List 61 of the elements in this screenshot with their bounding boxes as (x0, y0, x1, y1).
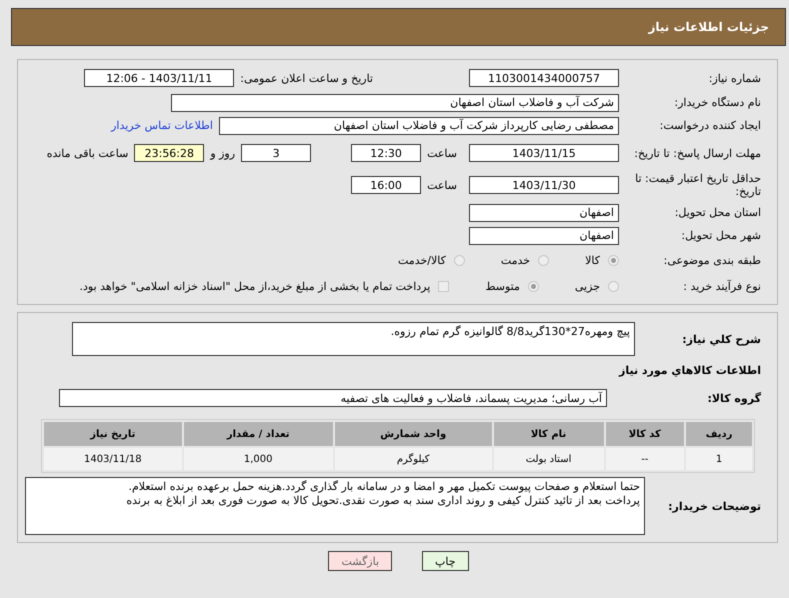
back-button[interactable]: بازگشت (328, 551, 392, 571)
radio-button[interactable] (538, 254, 550, 266)
column-header: نام کالا (494, 422, 604, 446)
goods-group-field: آب رسانی؛ مدیریت پسماند، فاضلاب و فعالیت های تصفیه (59, 389, 607, 407)
table-cell: کیلوگرم (334, 448, 492, 470)
time-field: 12:30 (351, 144, 422, 162)
field-label: طبقه بندی موضوعی: (662, 254, 761, 266)
table-cell: -- (606, 448, 684, 470)
field-label: ایجاد کننده درخواست: (658, 119, 761, 132)
date-field: 1403/11/30 (469, 176, 619, 194)
radio-button[interactable] (608, 254, 619, 266)
table-cell: 1403/11/18 (44, 448, 182, 470)
field-label: گروه کالا: (706, 392, 761, 404)
field-label: نوع فرآیند خرید : (682, 280, 761, 292)
field-label: شماره نیاز: (708, 72, 761, 84)
time-field: 16:00 (351, 176, 422, 194)
radio-label: کالا/خدمت (398, 254, 446, 266)
creator-field: مصطفی رضایی کارپرداز شرکت آب و فاضلاب استان اصفهان (219, 116, 619, 134)
column-header: تعداد / مقدار (184, 422, 333, 446)
column-header: تاریخ نیاز (44, 422, 182, 446)
checkbox-label: پرداخت تمام یا بخشی از مبلغ خرید،از محل "اسناد خزانه اسلامی" خواهد بود. (80, 280, 430, 292)
buyer-notes-field: حتما استعلام و صفحات پیوست تکمیل مهر و امضا و در سامانه بار گذاری گردد.هزینه حمل برعهده برنده استعلام. پرداخت بعد از تائید کنترل کیفی و روند اداری سند به صورت نقدی.تحویل کالا به صورت فوری بعد از ابلاغ به برنده (25, 477, 645, 535)
radio-label: کالا (585, 254, 600, 266)
print-button[interactable]: چاپ (422, 551, 469, 571)
field-label: ساعت (427, 178, 457, 192)
field-label: استان محل تحویل: (674, 206, 761, 219)
column-header: کد کالا (606, 422, 684, 446)
field-label: شرح کلي نیاز: (681, 332, 761, 346)
field-label: ساعت (427, 146, 457, 160)
table-cell: 1,000 (184, 448, 333, 470)
city-field: اصفهان (469, 226, 619, 244)
page-title: جزئیات اطلاعات نیاز (648, 20, 769, 34)
column-header: واحد شمارش (334, 422, 492, 446)
radio-label: جزیی (574, 280, 600, 292)
table-cell: 1 (686, 448, 752, 470)
description-field: پیچ ومهره27*130گرید8/8 گالوانیزه گرم تمام رزوه. (72, 322, 635, 356)
announce-date-field: 1403/11/11 - 12:06 (84, 69, 234, 87)
field-label: شهر محل تحویل: (680, 229, 761, 242)
province-field: اصفهان (469, 204, 619, 222)
radio-label: متوسط (485, 280, 520, 292)
checkbox[interactable] (438, 280, 450, 292)
radio-label: خدمت (500, 254, 530, 266)
field-label: ساعت باقی مانده (46, 146, 128, 160)
field-label: حداقل تاریخ اعتبار قیمت: تا تاریخ: (634, 172, 761, 198)
field-label: نام دستگاه خریدار: (673, 96, 761, 109)
field-label: تاریخ و ساعت اعلان عمومی: (240, 72, 373, 84)
date-field: 1403/11/15 (469, 144, 619, 162)
field-label: توضیحات خریدار: (667, 500, 761, 512)
remaining-time-field: 23:56:28 (134, 144, 204, 162)
contact-link[interactable]: اطلاعات تماس خریدار (111, 119, 213, 132)
radio-button[interactable] (608, 280, 619, 292)
days-field: 3 (241, 144, 312, 162)
section-heading: اطلاعات کالاهاي مورد نیاز (619, 364, 761, 377)
column-header: ردیف (686, 422, 752, 446)
field-label: مهلت ارسال پاسخ: تا تاریخ: (633, 146, 761, 160)
need-number-field: 1103001434000757 (469, 69, 619, 87)
radio-button[interactable] (454, 254, 465, 266)
table-cell: استاد بولت (494, 448, 604, 470)
field-label: روز و (210, 146, 236, 160)
radio-button[interactable] (528, 280, 539, 292)
buyer-org-field: شرکت آب و فاضلاب استان اصفهان (171, 94, 619, 112)
